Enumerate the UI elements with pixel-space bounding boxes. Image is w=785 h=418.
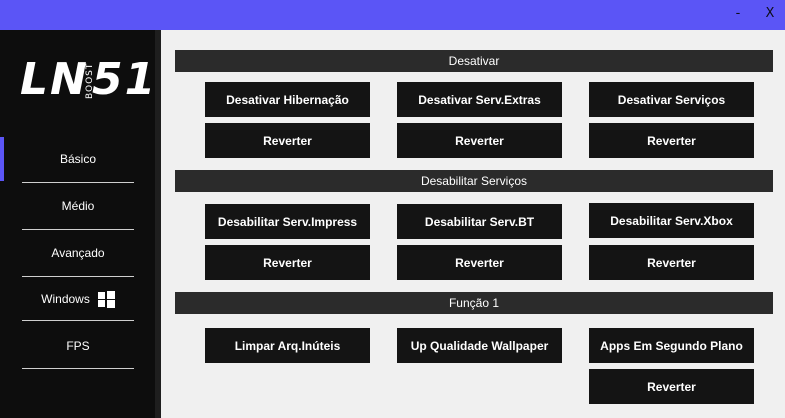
section-header-desativar: Desativar — [175, 50, 773, 72]
reverter-servicos-button[interactable]: Reverter — [589, 123, 754, 158]
minimize-button[interactable]: - — [728, 4, 748, 24]
sidebar-item-avancado[interactable]: Avançado — [22, 231, 134, 275]
limpar-arq-inuteis-button[interactable]: Limpar Arq.Inúteis — [205, 328, 370, 363]
sidebar-separator — [22, 229, 134, 230]
sidebar-separator — [22, 182, 134, 183]
sidebar-item-label: Avançado — [51, 246, 105, 260]
desativar-servicos-button[interactable]: Desativar Serviços — [589, 82, 754, 117]
sidebar-item-label: Windows — [41, 292, 90, 306]
desabilitar-serv-xbox-button[interactable]: Desabilitar Serv.Xbox — [589, 203, 754, 238]
close-button[interactable]: X — [760, 4, 780, 24]
section-header-desabilitar-servicos: Desabilitar Serviços — [175, 170, 773, 192]
sidebar-separator — [22, 320, 134, 321]
logo-text-right: 51 — [92, 54, 158, 105]
desabilitar-serv-bt-button[interactable]: Desabilitar Serv.BT — [397, 204, 562, 239]
up-qualidade-wallpaper-button[interactable]: Up Qualidade Wallpaper — [397, 328, 562, 363]
sidebar-item-windows[interactable]: Windows — [22, 277, 134, 321]
reverter-apps-segundo-plano-button[interactable]: Reverter — [589, 369, 754, 404]
desabilitar-serv-impress-button[interactable]: Desabilitar Serv.Impress — [205, 204, 370, 239]
sidebar-item-label: Básico — [59, 152, 97, 166]
desativar-hibernacao-button[interactable]: Desativar Hibernação — [205, 82, 370, 117]
sidebar-item-basico[interactable]: Básico — [22, 137, 134, 181]
desativar-serv-extras-button[interactable]: Desativar Serv.Extras — [397, 82, 562, 117]
windows-icon — [97, 290, 115, 308]
reverter-serv-bt-button[interactable]: Reverter — [397, 245, 562, 280]
reverter-serv-xbox-button[interactable]: Reverter — [589, 245, 754, 280]
app-logo: LN BOOST 51 — [20, 58, 155, 104]
reverter-serv-impress-button[interactable]: Reverter — [205, 245, 370, 280]
sidebar-separator — [22, 368, 134, 369]
sidebar-item-medio[interactable]: Médio — [22, 184, 134, 228]
active-nav-indicator — [0, 137, 4, 181]
title-bar: - X — [0, 0, 785, 30]
sidebar-item-label: Médio — [61, 199, 95, 213]
reverter-hibernacao-button[interactable]: Reverter — [205, 123, 370, 158]
sidebar-item-label: FPS — [66, 339, 90, 353]
reverter-serv-extras-button[interactable]: Reverter — [397, 123, 562, 158]
section-header-funcao-1: Função 1 — [175, 292, 773, 314]
sidebar-item-fps[interactable]: FPS — [22, 324, 134, 368]
apps-segundo-plano-button[interactable]: Apps Em Segundo Plano — [589, 328, 754, 363]
